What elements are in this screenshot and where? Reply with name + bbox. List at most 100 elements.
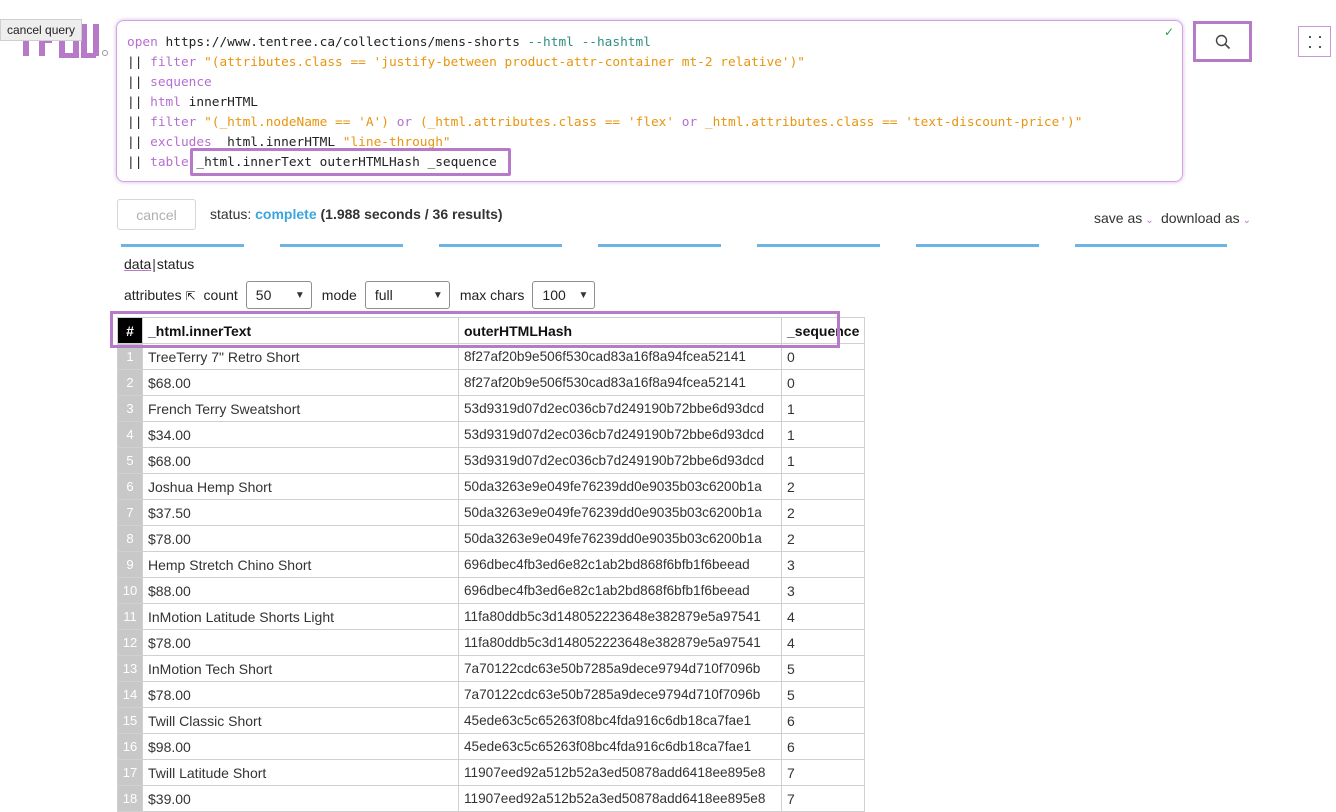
query-token: || [127, 75, 151, 90]
cell-innertext: $88.00 [142, 577, 459, 604]
table-row[interactable]: 7 $37.50 50da3263e9e049fe76239dd0e9035b03c… [117, 499, 866, 526]
table-row[interactable]: 17 Twill Latitude Short 11907eed92a512b52a… [117, 759, 866, 786]
table-row[interactable]: 14 $78.00 7a70122cdc63e50b7285a9dece9794d7… [117, 681, 866, 708]
save-as-menu[interactable]: save as ⌄ [1094, 210, 1154, 226]
result-tab-6[interactable] [916, 244, 1039, 247]
cell-innertext: $78.00 [142, 525, 459, 552]
max-chars-select[interactable]: 100 ▼ [532, 281, 596, 309]
result-tab-7[interactable] [1075, 244, 1227, 247]
tab-status[interactable]: status [157, 256, 194, 272]
result-tab-5[interactable] [757, 244, 880, 247]
tab-data[interactable]: data [124, 256, 151, 272]
cell-hash: 696dbec4fb3ed6e82c1ab2bd868f6bfb1f6beead [458, 551, 782, 578]
query-token: || [127, 135, 151, 150]
count-select[interactable]: 50 ▼ [245, 281, 312, 309]
cell-innertext: $39.00 [142, 785, 459, 812]
cell-sequence: 5 [780, 655, 866, 682]
table-row[interactable]: 2 $68.00 8f27af20b9e506f530cad83a16f8a94fc… [117, 369, 866, 396]
search-icon [1215, 34, 1230, 49]
table-row[interactable]: 5 $68.00 53d9319d07d2ec036cb7d249190b72bbe… [117, 447, 866, 474]
table-row[interactable]: 10 $88.00 696dbec4fb3ed6e82c1ab2bd868f6bfb… [117, 577, 866, 604]
row-index: 11 [117, 603, 143, 630]
cell-innertext: InMotion Tech Short [142, 655, 459, 682]
result-tab-2[interactable] [280, 244, 403, 247]
table-clause-highlight [190, 148, 511, 176]
table-row[interactable]: 15 Twill Classic Short 45ede63c5c65263f08b… [117, 707, 866, 734]
status-value: complete [255, 206, 317, 222]
query-line[interactable]: || filter "(_html.nodeName == 'A') or (_… [127, 113, 1172, 133]
row-index: 5 [117, 447, 143, 474]
cell-innertext: $78.00 [142, 681, 459, 708]
cell-sequence: 7 [780, 785, 866, 812]
cell-sequence: 2 [780, 499, 866, 526]
cell-sequence: 3 [780, 551, 866, 578]
query-token: "(attributes.class == 'justify-between p… [196, 55, 806, 70]
status-line: status: complete (1.988 seconds / 36 res… [210, 206, 503, 222]
query-line[interactable]: || sequence [127, 73, 1172, 93]
cancel-button[interactable]: cancel [117, 199, 196, 230]
row-index: 10 [117, 577, 143, 604]
query-token: open [127, 35, 158, 50]
result-tab-4[interactable] [598, 244, 721, 247]
cell-hash: 8f27af20b9e506f530cad83a16f8a94fcea52141 [458, 369, 782, 396]
query-token: sequence [150, 75, 212, 90]
attributes-toggle[interactable]: attributes ⇱ [124, 287, 196, 303]
row-index: 17 [117, 759, 143, 786]
table-row[interactable]: 12 $78.00 11fa80ddb5c3d148052223648e382879… [117, 629, 866, 656]
cell-innertext: Twill Classic Short [142, 707, 459, 734]
query-token: html [150, 95, 181, 110]
cell-innertext: $37.50 [142, 499, 459, 526]
query-token: || [127, 115, 151, 130]
row-index: 13 [117, 655, 143, 682]
table-row[interactable]: 13 InMotion Tech Short 7a70122cdc63e50b728… [117, 655, 866, 682]
cell-hash: 11fa80ddb5c3d148052223648e382879e5a97541 [458, 629, 782, 656]
cell-sequence: 3 [780, 577, 866, 604]
table-row[interactable]: 6 Joshua Hemp Short 50da3263e9e049fe76239d… [117, 473, 866, 500]
row-index: 15 [117, 707, 143, 734]
download-as-menu[interactable]: download as ⌄ [1161, 210, 1251, 226]
row-index: 3 [117, 395, 143, 422]
result-tab-3[interactable] [439, 244, 562, 247]
table-row[interactable]: 9 Hemp Stretch Chino Short 696dbec4fb3ed6e… [117, 551, 866, 578]
cell-sequence: 4 [780, 603, 866, 630]
row-index: 16 [117, 733, 143, 760]
query-line[interactable]: || html innerHTML [127, 93, 1172, 113]
table-row[interactable]: 16 $98.00 45ede63c5c65263f08bc4fda916c6db1… [117, 733, 866, 760]
query-token: filter [150, 115, 197, 130]
max-chars-value: 100 [542, 287, 566, 303]
run-query-button[interactable] [1193, 21, 1252, 62]
query-line[interactable]: || filter "(attributes.class == 'justify… [127, 53, 1172, 73]
table-row[interactable]: 4 $34.00 53d9319d07d2ec036cb7d249190b72bbe… [117, 421, 866, 448]
mode-label: mode [321, 287, 357, 303]
mode-select[interactable]: full ▼ [364, 281, 450, 309]
cancel-query-tooltip: cancel query [0, 19, 83, 41]
table-row[interactable]: 8 $78.00 50da3263e9e049fe76239dd0e9035b03c… [117, 525, 866, 552]
valid-check-icon: ✓ [1163, 25, 1174, 39]
row-index: 18 [117, 785, 143, 812]
row-index: 7 [117, 499, 143, 526]
query-token: innerHTML [180, 95, 258, 110]
cell-hash: 50da3263e9e049fe76239dd0e9035b03c6200b1a [458, 525, 782, 552]
query-token: "(_html.nodeName == 'A') [196, 115, 397, 130]
cell-hash: 53d9319d07d2ec036cb7d249190b72bbe6d93dcd [458, 421, 782, 448]
count-label: count [203, 287, 238, 303]
save-as-label: save as [1094, 210, 1143, 226]
table-row[interactable]: 18 $39.00 11907eed92a512b52a3ed50878add641… [117, 785, 866, 812]
fullscreen-button[interactable] [1298, 26, 1331, 57]
cell-sequence: 6 [780, 707, 866, 734]
chevron-down-icon: ▼ [432, 289, 443, 301]
mode-value: full [374, 287, 393, 303]
cell-hash: 7a70122cdc63e50b7285a9dece9794d710f7096b [458, 655, 782, 682]
table-row[interactable]: 11 InMotion Latitude Shorts Light 11fa80dd… [117, 603, 866, 630]
row-index: 9 [117, 551, 143, 578]
query-line[interactable]: open https://www.tentree.ca/collections/… [127, 33, 1172, 53]
result-tab-1[interactable] [121, 244, 244, 247]
cell-sequence: 4 [780, 629, 866, 656]
table-row[interactable]: 3 French Terry Sweatshort 53d9319d07d2ec03… [117, 395, 866, 422]
status-label: status: [210, 206, 252, 222]
cell-hash: 50da3263e9e049fe76239dd0e9035b03c6200b1a [458, 499, 782, 526]
cell-sequence: 1 [780, 447, 866, 474]
chevron-down-icon: ▼ [294, 289, 305, 301]
cell-hash: 696dbec4fb3ed6e82c1ab2bd868f6bfb1f6beead [458, 577, 782, 604]
row-index: 12 [117, 629, 143, 656]
